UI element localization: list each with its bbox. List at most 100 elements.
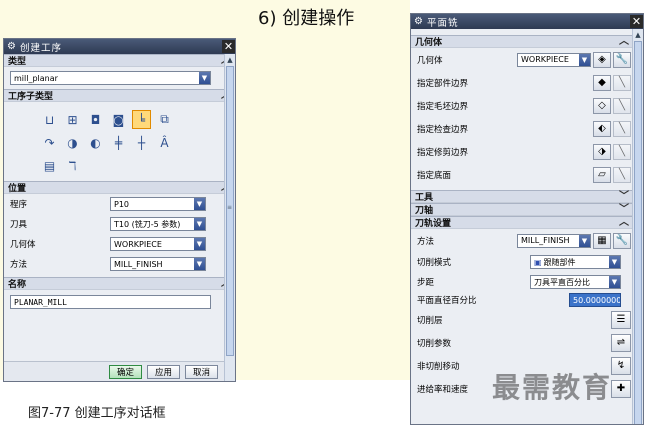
section-label: 几何体 (415, 38, 443, 48)
select-part-boundary-icon[interactable]: ◆ (593, 74, 611, 91)
op-face-mill-area-icon[interactable]: ⊞ (63, 110, 82, 129)
section-location[interactable]: 位置 ︿ (4, 181, 235, 194)
select-floor-icon[interactable]: ▱ (593, 166, 611, 183)
section-path-settings[interactable]: 刀轨设置 ︿ (411, 216, 643, 229)
tool-value: T10 (铣刀-5 参数) (114, 219, 181, 229)
op-planar-mill-icon[interactable]: ◙ (109, 110, 128, 129)
close-button[interactable]: ✕ (222, 40, 235, 53)
ok-button[interactable]: 确定 (108, 364, 142, 379)
cut-mode-dropdown[interactable]: ▣ 跟随部件 ▼ (530, 255, 621, 269)
percent-input[interactable]: 50.0000000 (569, 293, 621, 307)
chevron-down-icon[interactable]: ▼ (579, 53, 590, 66)
op-mill-user-icon[interactable]: ℸ (63, 156, 82, 175)
row-label: 程序 (10, 200, 28, 210)
flashlight-icon[interactable]: ╲ (613, 143, 631, 160)
row-label: 方法 (417, 236, 435, 247)
scrollbar-thumb[interactable] (634, 41, 642, 424)
edit-wrench-icon[interactable]: 🔧 (613, 51, 631, 68)
chevron-down-icon[interactable]: ﹀ (619, 191, 629, 203)
edit-wrench-icon[interactable]: 🔧 (613, 232, 631, 249)
geometry-dropdown[interactable]: WORKPIECE ▼ (110, 237, 206, 251)
flashlight-icon[interactable]: ╲ (613, 166, 631, 183)
slide-title: 6) 创建操作 (258, 8, 355, 29)
section-label: 刀轨设置 (415, 219, 452, 229)
apply-button[interactable]: 应用 (146, 364, 180, 379)
section-geometry[interactable]: 几何体 ︿ (411, 35, 643, 48)
chevron-down-icon[interactable]: ▼ (609, 256, 620, 268)
chevron-down-icon[interactable]: ▼ (194, 198, 205, 210)
method-row: 方法 MILL_FINISH ▼ (4, 254, 235, 274)
op-mill-control-icon[interactable]: ▤ (40, 156, 59, 175)
op-clean-corners-icon[interactable]: ⧉ (155, 110, 174, 129)
cancel-button[interactable]: 取消 (184, 364, 218, 379)
select-trim-boundary-icon[interactable]: ⬗ (593, 143, 611, 160)
row-label: 几何体 (10, 240, 36, 250)
op-planar-text-a-icon[interactable]: Â (155, 133, 174, 152)
op-planar-profile-icon[interactable]: ╘ (132, 110, 151, 129)
feeds-speeds-icon[interactable]: ✚ (611, 379, 631, 398)
vertical-scrollbar[interactable]: ▲ ≡ (224, 54, 235, 381)
chevron-down-icon[interactable]: ▼ (194, 218, 205, 230)
section-axis[interactable]: 刀轴 ﹀ (411, 203, 643, 216)
program-dropdown[interactable]: P10 ▼ (110, 197, 206, 211)
type-dropdown[interactable]: mill_planar ▼ (10, 71, 211, 85)
chevron-down-icon[interactable]: ﹀ (619, 204, 629, 216)
cut-params-row: 切削参数 ⇌ (411, 331, 643, 354)
select-check-boundary-icon[interactable]: ⬖ (593, 120, 611, 137)
op-thread-mill-icon[interactable]: ╪ (109, 133, 128, 152)
scrollbar-thumb[interactable] (226, 66, 234, 356)
close-button[interactable]: ✕ (630, 15, 643, 28)
method-value: MILL_FINISH (114, 259, 163, 269)
op-planar-text-icon[interactable]: ◐ (86, 133, 105, 152)
gear-icon[interactable]: ⚙ (6, 41, 17, 52)
cut-levels-icon[interactable]: ☰ (611, 310, 631, 329)
section-name[interactable]: 名称 ︿ (4, 277, 235, 290)
method-dropdown[interactable]: MILL_FINISH ▼ (110, 257, 206, 271)
scroll-up-icon[interactable]: ▲ (225, 54, 235, 65)
check-boundary-row: 指定检查边界 ⬖ ╲ (411, 117, 643, 140)
section-tool[interactable]: 工具 ﹀ (411, 190, 643, 203)
section-label: 刀轴 (415, 206, 434, 216)
chevron-up-icon[interactable]: ︿ (619, 36, 629, 48)
percent-row: 平面直径百分比 50.0000000 (411, 292, 643, 308)
flashlight-icon[interactable]: ╲ (613, 97, 631, 114)
section-type[interactable]: 类型 ︿ (4, 54, 235, 67)
name-input[interactable]: PLANAR_MILL (10, 295, 211, 309)
chevron-down-icon[interactable]: ▼ (194, 238, 205, 250)
program-value: P10 (114, 199, 130, 209)
flashlight-icon[interactable]: ╲ (613, 74, 631, 91)
row-label: 指定底面 (417, 170, 452, 181)
program-row: 程序 P10 ▼ (4, 194, 235, 214)
method-dropdown[interactable]: MILL_FINISH ▼ (517, 233, 591, 248)
blank-boundary-row: 指定毛坯边界 ◇ ╲ (411, 94, 643, 117)
row-label: 切削模式 (417, 258, 452, 268)
vertical-scrollbar[interactable]: ▲ (632, 29, 643, 424)
new-method-icon[interactable]: ▦ (593, 232, 611, 249)
scroll-up-icon[interactable]: ▲ (633, 29, 643, 40)
gear-icon[interactable]: ⚙ (413, 16, 424, 27)
section-subtype[interactable]: 工序子类型 ︿ (4, 89, 235, 102)
op-groove-icon[interactable]: ┼ (132, 133, 151, 152)
cut-params-icon[interactable]: ⇌ (611, 333, 631, 352)
op-face-mill-icon[interactable]: ⊔ (40, 110, 59, 129)
tool-dropdown[interactable]: T10 (铣刀-5 参数) ▼ (110, 217, 206, 231)
chevron-down-icon[interactable]: ▼ (609, 276, 620, 288)
chevron-up-icon[interactable]: ︿ (619, 217, 629, 229)
geometry-row: 几何体 WORKPIECE ▼ (4, 234, 235, 254)
chevron-down-icon[interactable]: ▼ (579, 234, 590, 247)
figure-caption: 图7-77 创建工序对话框 (28, 406, 166, 421)
non-cut-moves-icon[interactable]: ↯ (611, 356, 631, 375)
chevron-down-icon[interactable]: ▼ (199, 72, 210, 84)
new-geometry-icon[interactable]: ◈ (593, 51, 611, 68)
op-finish-floor-icon[interactable]: ◑ (63, 133, 82, 152)
row-label: 几何体 (417, 55, 443, 66)
select-blank-boundary-icon[interactable]: ◇ (593, 97, 611, 114)
follow-part-icon: ▣ (534, 257, 542, 267)
op-face-mill-manual-icon[interactable]: ◘ (86, 110, 105, 129)
stepover-dropdown[interactable]: 刀具平直百分比 ▼ (530, 275, 621, 289)
flashlight-icon[interactable]: ╲ (613, 120, 631, 137)
geometry-dropdown[interactable]: WORKPIECE ▼ (517, 52, 591, 67)
chevron-down-icon[interactable]: ▼ (194, 258, 205, 270)
name-row: PLANAR_MILL (4, 290, 235, 314)
op-finish-walls-icon[interactable]: ↷ (40, 133, 59, 152)
